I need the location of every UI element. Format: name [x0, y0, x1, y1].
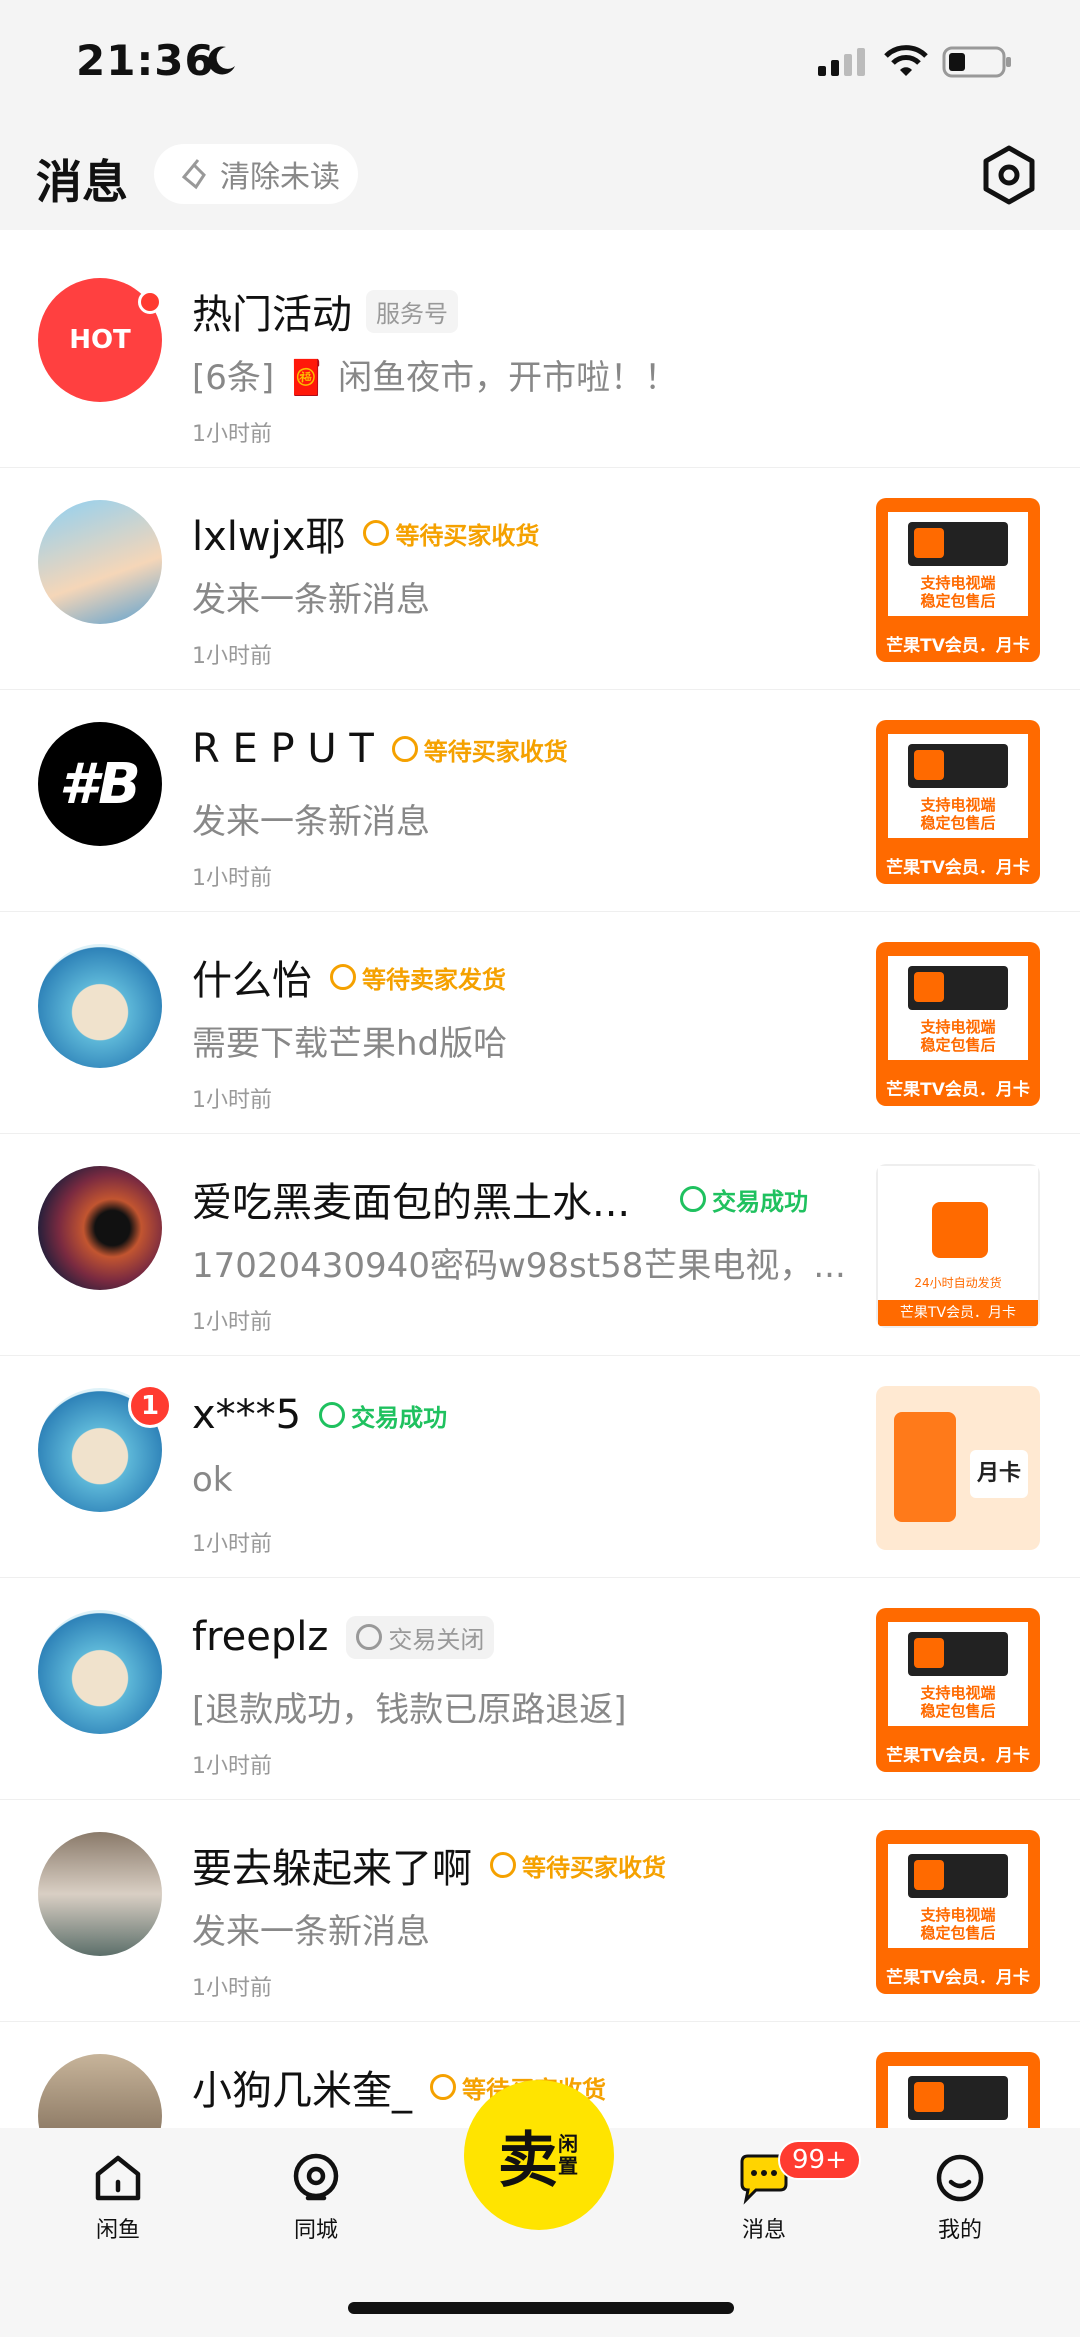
- message-time: 1小时前: [192, 1310, 272, 1335]
- conversation-row[interactable]: freeplz 交易关闭 [退款成功，钱款已原路退返] 1小时前 支持电视端 稳定…: [0, 1578, 1080, 1800]
- avatar: [38, 1166, 162, 1290]
- unread-count-badge: 1: [128, 1384, 172, 1428]
- message-time: 1小时前: [192, 1088, 272, 1113]
- message-time: 1小时前: [192, 1976, 272, 2001]
- moon-icon: [208, 46, 235, 75]
- conversation-row[interactable]: 1 x***5 交易成功 ok 1小时前 月卡: [0, 1356, 1080, 1578]
- message-time: 1小时前: [192, 866, 272, 891]
- order-status-badge: 交易关闭: [346, 1615, 495, 1659]
- contact-name: 小狗几米奎_: [192, 2068, 412, 2114]
- avatar: [38, 944, 162, 1068]
- conversation-list: HOT 热门活动 服务号 [6条] 🧧 闲鱼夜市，开市啦！！ 1小时前 lxlw…: [0, 246, 1080, 2244]
- contact-name: 热门活动: [192, 292, 352, 338]
- contact-name: 什么怡: [192, 958, 312, 1004]
- battery-icon: [942, 46, 1011, 78]
- broom-icon: [181, 159, 206, 190]
- order-status-badge: 等待买家收货: [391, 732, 568, 767]
- tab-home[interactable]: 闲鱼: [58, 2148, 178, 2244]
- message-time: 1小时前: [192, 1754, 272, 1779]
- avatar: [38, 1610, 162, 1734]
- conversation-row[interactable]: HOT 热门活动 服务号 [6条] 🧧 闲鱼夜市，开市啦！！ 1小时前: [0, 246, 1080, 468]
- product-thumbnail[interactable]: 支持电视端 稳定包售后 芒果TV会员．月卡: [876, 498, 1040, 662]
- tab-me[interactable]: 我的: [900, 2148, 1020, 2244]
- hot-badge: HOT: [69, 325, 131, 355]
- page-title: 消息: [36, 155, 128, 209]
- check-circle-icon: [680, 1186, 707, 1212]
- sell-sub-label: 闲置: [558, 2132, 578, 2178]
- tab-home-label: 闲鱼: [95, 2218, 140, 2243]
- last-message: 17020430940密码w98st58芒果电视，...: [192, 1246, 846, 1286]
- conversation-row[interactable]: lxlwjx耶 等待买家收货 发来一条新消息 1小时前 支持电视端 稳定包售后 芒果…: [0, 468, 1080, 690]
- wifi-icon: [884, 45, 928, 76]
- product-thumbnail[interactable]: 24小时自动发货 芒果TV会员．月卡: [876, 1164, 1040, 1328]
- order-status-badge: 等待买家收货: [363, 516, 539, 551]
- minus-circle-icon: [356, 1624, 383, 1650]
- last-message: 发来一条新消息: [192, 802, 430, 842]
- avatar: [38, 1832, 162, 1956]
- message-time: 1小时前: [192, 1532, 272, 1557]
- tab-nearby[interactable]: 同城: [256, 2148, 376, 2244]
- order-status-badge: 等待卖家发货: [330, 960, 506, 995]
- product-thumbnail[interactable]: 月卡: [876, 1386, 1040, 1550]
- status-time: 21:36: [76, 36, 215, 85]
- clock-icon: [490, 1852, 516, 1878]
- message-time: 1小时前: [192, 422, 272, 447]
- last-message: 发来一条新消息: [192, 1912, 430, 1952]
- contact-name: 要去躲起来了啊: [192, 1846, 472, 1892]
- product-thumbnail[interactable]: 支持电视端 稳定包售后 芒果TV会员．月卡: [876, 1608, 1040, 1772]
- clear-unread-button[interactable]: 清除未读: [154, 144, 358, 204]
- smile-icon: [936, 2154, 984, 2202]
- order-status-badge: 交易成功: [680, 1182, 808, 1217]
- conversation-row[interactable]: 要去躲起来了啊 等待买家收货 发来一条新消息 1小时前 支持电视端 稳定包售后 芒果…: [0, 1800, 1080, 2022]
- check-circle-icon: [319, 1402, 346, 1428]
- contact-name: freeplz: [192, 1614, 329, 1660]
- conversation-row[interactable]: #B R E P U T 等待买家收货 发来一条新消息 1小时前 支持电视端 稳定…: [0, 690, 1080, 912]
- conversation-row[interactable]: 爱吃黑麦面包的黑土水... 交易成功 17020430940密码w98st58芒…: [0, 1134, 1080, 1356]
- top-bar: 21:36 消息 清除未读: [0, 0, 1080, 230]
- contact-name: R E P U T: [192, 726, 374, 772]
- contact-name: 爱吃黑麦面包的黑土水...: [192, 1180, 631, 1226]
- tab-me-label: 我的: [937, 2218, 982, 2243]
- product-thumbnail[interactable]: 支持电视端 稳定包售后 芒果TV会员．月卡: [876, 1830, 1040, 1994]
- last-message: [退款成功，钱款已原路退返]: [192, 1690, 627, 1730]
- home-indicator: [348, 2302, 734, 2314]
- order-status-badge: 等待买家收货: [490, 1848, 666, 1883]
- contact-name: lxlwjx耶: [192, 514, 346, 560]
- order-status-badge: 交易成功: [319, 1398, 447, 1433]
- avatar: [38, 500, 162, 624]
- location-icon: [293, 2153, 339, 2201]
- sell-button[interactable]: 卖 闲置: [464, 2080, 614, 2230]
- message-time: 1小时前: [192, 644, 272, 669]
- last-message: ok: [192, 1460, 233, 1500]
- clock-icon: [363, 520, 390, 546]
- last-message: 需要下载芒果hd版哈: [192, 1024, 508, 1064]
- clock-icon: [330, 964, 356, 990]
- unread-dot: [138, 290, 162, 314]
- avatar: #B: [38, 722, 162, 846]
- tab-nearby-label: 同城: [293, 2218, 338, 2243]
- clear-unread-label: 清除未读: [220, 160, 340, 195]
- contact-name: x***5: [192, 1392, 302, 1438]
- product-thumbnail[interactable]: 支持电视端 稳定包售后 芒果TV会员．月卡: [876, 720, 1040, 884]
- messages-count-badge: 99+: [778, 2140, 861, 2180]
- home-icon: [95, 2155, 141, 2201]
- last-message: [6条] 🧧 闲鱼夜市，开市啦！！: [192, 358, 679, 398]
- tab-messages-label: 消息: [741, 2218, 786, 2243]
- service-tag: 服务号: [366, 289, 458, 333]
- signal-icon: [818, 48, 865, 76]
- settings-icon[interactable]: [978, 144, 1040, 206]
- product-thumbnail[interactable]: 支持电视端 稳定包售后 芒果TV会员．月卡: [876, 942, 1040, 1106]
- conversation-row[interactable]: 什么怡 等待卖家发货 需要下载芒果hd版哈 1小时前 支持电视端 稳定包售后 芒果T…: [0, 912, 1080, 1134]
- sell-main-label: 卖: [498, 2125, 558, 2196]
- clock-icon: [391, 736, 418, 762]
- last-message: 发来一条新消息: [192, 580, 430, 620]
- clock-icon: [430, 2074, 456, 2100]
